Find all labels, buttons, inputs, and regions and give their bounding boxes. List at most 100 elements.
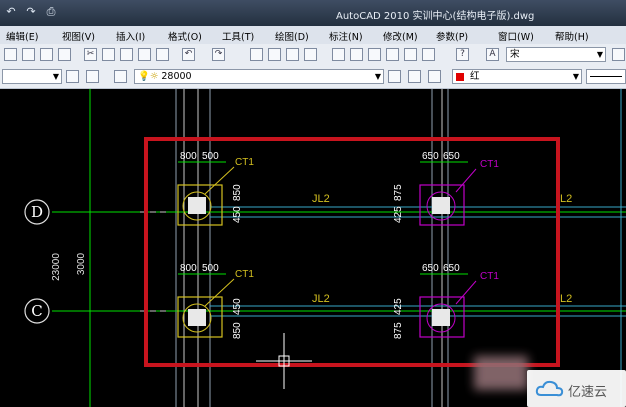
paste-icon[interactable] xyxy=(120,48,133,61)
axis-label-d: D xyxy=(31,203,43,221)
column-footing-2: 650 650 CT1 425 875 xyxy=(393,151,499,226)
tool-palettes-icon[interactable] xyxy=(368,48,381,61)
layer-properties-icon[interactable] xyxy=(114,70,127,83)
properties-icon[interactable] xyxy=(332,48,345,61)
text-height-icon[interactable] xyxy=(612,48,625,61)
dim-text: 500 xyxy=(202,263,219,274)
menu-format[interactable]: 格式(O) xyxy=(168,29,202,43)
axis-label-c: C xyxy=(31,302,42,320)
column-tag: CT1 xyxy=(235,269,254,280)
layer-select[interactable]: 💡☼ 28000 ▼ xyxy=(134,69,384,84)
leader-line xyxy=(204,278,235,307)
save-icon[interactable] xyxy=(40,48,53,61)
print-icon[interactable]: ⎙ xyxy=(44,5,58,19)
beam-label: L2 xyxy=(560,293,572,305)
dim-text: 425 xyxy=(393,298,404,315)
quick-access-toolbar: ↶ ↷ ⎙ xyxy=(4,5,58,19)
drawing-svg[interactable]: D C 23000 3000 800 500 CT1 450 850 650 6… xyxy=(0,89,626,407)
title-bar: ↶ ↷ ⎙ AutoCAD 2010 实训中心(结构电子版).dwg xyxy=(0,0,626,26)
dim-text: 650 xyxy=(422,151,439,162)
help-icon[interactable]: ? xyxy=(456,48,469,61)
pan-icon[interactable] xyxy=(250,48,263,61)
column-section xyxy=(188,309,206,326)
layers-toolbar: ▼ 💡☼ 28000 ▼ 红 ▼ xyxy=(0,66,626,89)
font-select[interactable]: 宋 ▼ xyxy=(506,47,606,62)
zoom-realtime-icon[interactable] xyxy=(268,48,281,61)
highlight-rectangle xyxy=(144,137,560,367)
new-file-icon[interactable] xyxy=(4,48,17,61)
text-style-icon[interactable]: A xyxy=(486,48,499,61)
menu-draw[interactable]: 绘图(D) xyxy=(275,29,309,43)
color-select[interactable]: 红 ▼ xyxy=(452,69,582,84)
linetype-sample xyxy=(590,76,622,77)
menu-help[interactable]: 帮助(H) xyxy=(555,29,589,43)
dim-text-total: 23000 xyxy=(51,253,62,281)
crosshair-cursor-icon xyxy=(256,333,312,389)
zoom-window-icon[interactable] xyxy=(286,48,299,61)
menu-bar: 编辑(E) 视图(V) 插入(I) 格式(O) 工具(T) 绘图(D) 标注(N… xyxy=(0,26,626,45)
open-file-icon[interactable] xyxy=(22,48,35,61)
column-tag: CT1 xyxy=(480,271,499,282)
beam-label: JL2 xyxy=(312,193,330,205)
column-section xyxy=(432,197,450,214)
beam-label: JL2 xyxy=(312,293,330,305)
dim-text: 800 xyxy=(180,151,197,162)
design-center-icon[interactable] xyxy=(350,48,363,61)
dim-text: 450 xyxy=(232,206,243,223)
layer-previous-icon[interactable] xyxy=(408,70,421,83)
leader-line xyxy=(455,280,477,305)
menu-window[interactable]: 窗口(W) xyxy=(498,29,534,43)
block-editor-icon[interactable] xyxy=(156,48,169,61)
dim-style-icon[interactable] xyxy=(66,70,79,83)
column-section xyxy=(188,197,206,214)
leader-line xyxy=(455,168,477,193)
dim-text-spacing: 3000 xyxy=(76,252,87,275)
blurred-region xyxy=(474,356,528,390)
sheet-set-icon[interactable] xyxy=(386,48,399,61)
dim-text: 450 xyxy=(232,298,243,315)
menu-tools[interactable]: 工具(T) xyxy=(222,29,254,43)
window-title: AutoCAD 2010 实训中心(结构电子版).dwg xyxy=(336,11,535,22)
dim-text: 850 xyxy=(232,184,243,201)
calculator-icon[interactable] xyxy=(422,48,435,61)
match-properties-icon[interactable] xyxy=(138,48,151,61)
workspace-select[interactable]: ▼ xyxy=(2,69,62,84)
zoom-previous-icon[interactable] xyxy=(304,48,317,61)
redo-toolbar-icon[interactable]: ↷ xyxy=(212,48,225,61)
copy-icon[interactable] xyxy=(102,48,115,61)
chevron-down-icon: ▼ xyxy=(572,72,579,81)
watermark: 亿速云 xyxy=(527,370,626,407)
undo-toolbar-icon[interactable]: ↶ xyxy=(182,48,195,61)
column-tag: CT1 xyxy=(235,157,254,168)
linetype-select[interactable] xyxy=(586,69,626,84)
menu-view[interactable]: 视图(V) xyxy=(62,29,95,43)
table-style-icon[interactable] xyxy=(86,70,99,83)
menu-dimension[interactable]: 标注(N) xyxy=(329,29,363,43)
leader-line xyxy=(204,166,235,195)
font-select-value: 宋 xyxy=(510,49,520,60)
dim-text: 650 xyxy=(443,263,460,274)
standard-toolbar: ✂ ↶ ↷ ? A 宋 ▼ xyxy=(0,44,626,67)
column-footing-1: 800 500 CT1 450 850 xyxy=(177,151,254,226)
menu-modify[interactable]: 修改(M) xyxy=(383,29,418,43)
column-tag: CT1 xyxy=(480,159,499,170)
make-layer-current-icon[interactable] xyxy=(388,70,401,83)
dim-text: 875 xyxy=(393,184,404,201)
publish-icon[interactable] xyxy=(58,48,71,61)
beam-label: L2 xyxy=(560,193,572,205)
menu-parameter[interactable]: 参数(P) xyxy=(436,29,468,43)
menu-insert[interactable]: 插入(I) xyxy=(116,29,145,43)
layer-state-icon[interactable] xyxy=(428,70,441,83)
column-footing-4: 650 650 CT1 875 425 xyxy=(393,263,499,339)
dim-text: 650 xyxy=(443,151,460,162)
cut-icon[interactable]: ✂ xyxy=(84,48,97,61)
redo-icon[interactable]: ↷ xyxy=(24,5,38,19)
markup-icon[interactable] xyxy=(404,48,417,61)
undo-icon[interactable]: ↶ xyxy=(4,5,18,19)
drawing-canvas[interactable]: D C 23000 3000 800 500 CT1 450 850 650 6… xyxy=(0,89,626,407)
layer-status-icons: 💡☼ xyxy=(138,71,162,82)
color-swatch xyxy=(456,72,464,81)
menu-edit[interactable]: 编辑(E) xyxy=(6,29,38,43)
dim-text: 850 xyxy=(232,322,243,339)
cloud-logo-icon xyxy=(535,380,564,397)
